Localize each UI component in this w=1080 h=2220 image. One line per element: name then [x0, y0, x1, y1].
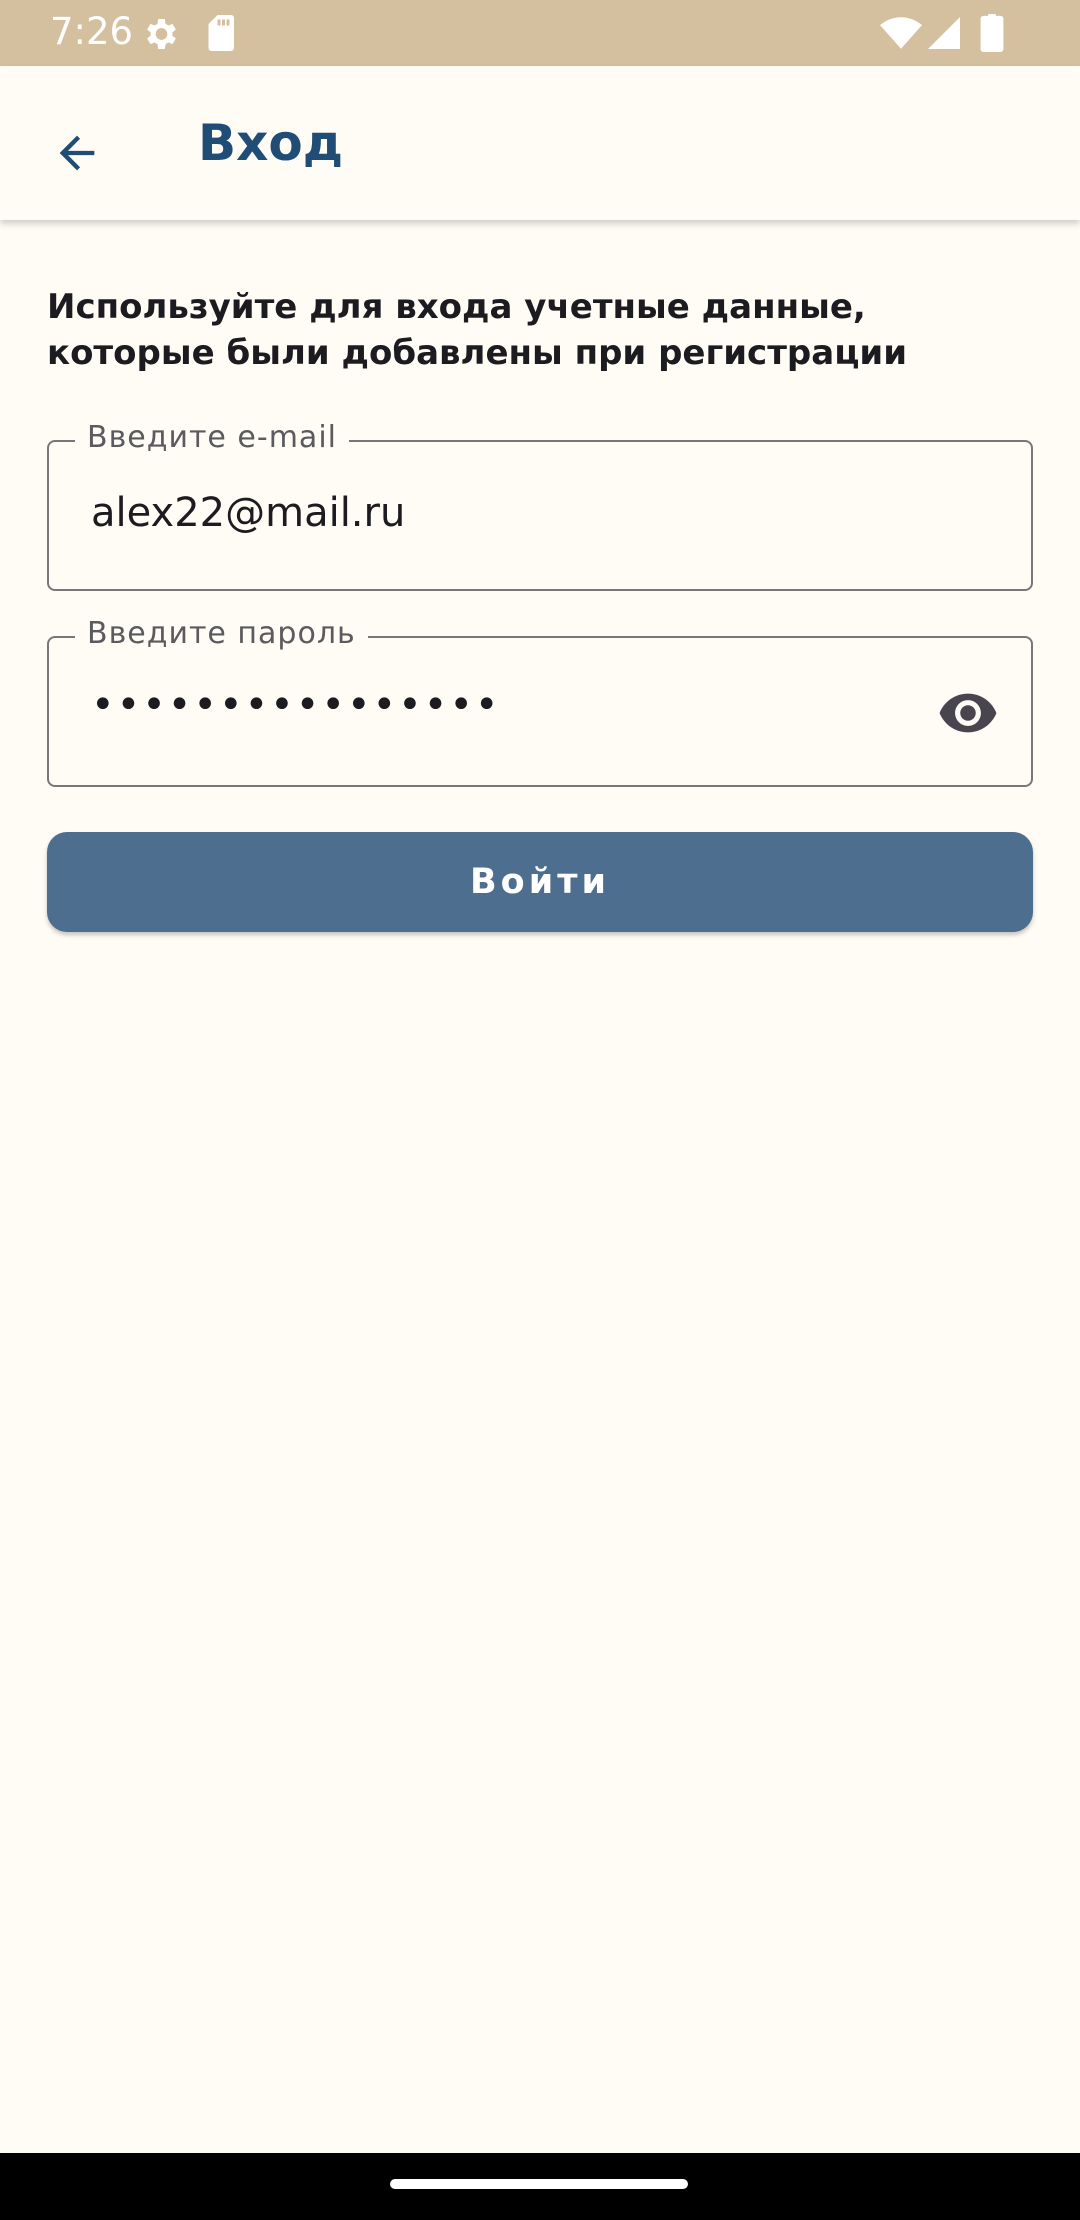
- eye-icon: [939, 693, 997, 733]
- wifi-icon: [880, 17, 922, 49]
- password-field-value[interactable]: ••••••••••••••••: [91, 682, 501, 728]
- login-button[interactable]: Войти: [47, 832, 1033, 932]
- battery-icon: [980, 14, 1004, 52]
- password-field-label: Введите пароль: [75, 616, 368, 651]
- back-button[interactable]: [34, 110, 120, 196]
- status-time: 7:26: [50, 10, 134, 53]
- arrow-left-icon: [59, 135, 95, 171]
- status-bar: 7:26: [0, 0, 1080, 66]
- page-title: Вход: [198, 114, 344, 172]
- home-indicator[interactable]: [390, 2179, 688, 2189]
- instruction-text: Используйте для входа учетные данные, ко…: [47, 287, 908, 373]
- settings-icon: [147, 19, 176, 49]
- toggle-password-visibility-button[interactable]: [933, 680, 1003, 746]
- password-field[interactable]: Введите пароль ••••••••••••••••: [47, 616, 1033, 787]
- navigation-bar: [0, 2153, 1080, 2220]
- app-bar: Вход: [0, 66, 1080, 220]
- email-field-label: Введите e-mail: [75, 420, 349, 455]
- email-field[interactable]: Введите e-mail alex22@mail.ru: [47, 420, 1033, 591]
- sd-card-icon: [208, 15, 234, 51]
- signal-icon: [928, 17, 960, 49]
- email-field-value[interactable]: alex22@mail.ru: [91, 490, 405, 536]
